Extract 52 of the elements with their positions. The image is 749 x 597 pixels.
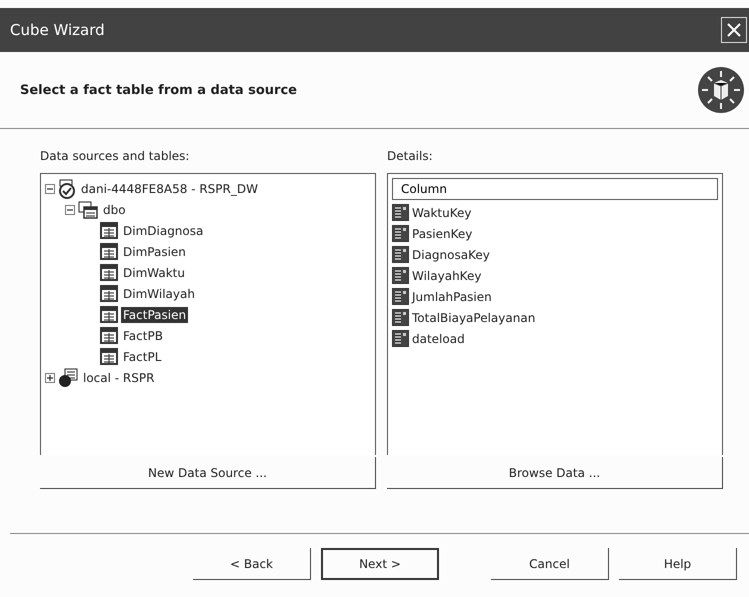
plus-icon: [46, 374, 54, 382]
expand-toggle[interactable]: [45, 372, 55, 382]
table-stack-icon: [78, 200, 98, 218]
column-icon: [392, 225, 409, 242]
column-name: WaktuKey: [412, 206, 472, 220]
browse-data-button[interactable]: Browse Data ...: [387, 457, 723, 489]
column-header[interactable]: Column: [392, 178, 718, 200]
column-icon: [392, 246, 409, 263]
table-icon: [100, 348, 118, 365]
tree-item[interactable]: dbo: [101, 202, 128, 218]
wizard-button[interactable]: < Back: [193, 548, 311, 580]
tree-item[interactable]: local - RSPR: [81, 370, 156, 386]
column-name: dateload: [412, 332, 465, 346]
window-title: Cube Wizard: [10, 21, 105, 39]
collapse-toggle[interactable]: [65, 204, 75, 214]
column-icon: [392, 330, 409, 347]
tree-item[interactable]: dani-4448FE8A58 - RSPR_DW: [79, 180, 260, 196]
page-heading: Select a fact table from a data source: [20, 82, 297, 98]
wizard-button[interactable]: Cancel: [491, 548, 609, 580]
tree-item[interactable]: FactPB: [121, 328, 165, 344]
collapse-toggle[interactable]: [45, 184, 55, 194]
tree-label: Data sources and tables:: [40, 149, 190, 163]
tree-item[interactable]: DimPasien: [121, 244, 188, 260]
column-icon: [392, 288, 409, 305]
column-name: WilayahKey: [412, 268, 482, 282]
tree-item[interactable]: FactPasien: [121, 306, 188, 322]
column-name: PasienKey: [412, 226, 472, 240]
table-icon: [100, 306, 118, 323]
column-name: DiagnosaKey: [412, 248, 490, 262]
column-icon: [392, 309, 409, 326]
table-icon: [100, 285, 118, 302]
column-icon: [392, 267, 409, 284]
tree-item[interactable]: DimWaktu: [121, 264, 187, 280]
wizard-button[interactable]: Help: [619, 548, 737, 580]
table-icon: [100, 327, 118, 344]
close-button[interactable]: [721, 17, 747, 43]
column-name: TotalBiayaPelayanan: [412, 310, 536, 324]
tree-item[interactable]: DimDiagnosa: [121, 222, 206, 238]
close-icon: [726, 22, 742, 38]
new-data-source-button[interactable]: New Data Source ...: [40, 457, 376, 489]
details-label: Details:: [387, 149, 434, 163]
database-icon: [58, 178, 76, 198]
wizard-button[interactable]: Next >: [321, 548, 439, 580]
data-source-icon: [58, 368, 78, 388]
table-icon: [100, 222, 118, 239]
table-icon: [100, 243, 118, 260]
table-icon: [100, 264, 118, 281]
tree-item[interactable]: DimWilayah: [121, 286, 197, 302]
column-name: JumlahPasien: [412, 290, 492, 304]
column-icon: [392, 204, 409, 221]
tree-item[interactable]: FactPL: [121, 348, 164, 364]
cube-wizard-icon: [697, 66, 745, 114]
